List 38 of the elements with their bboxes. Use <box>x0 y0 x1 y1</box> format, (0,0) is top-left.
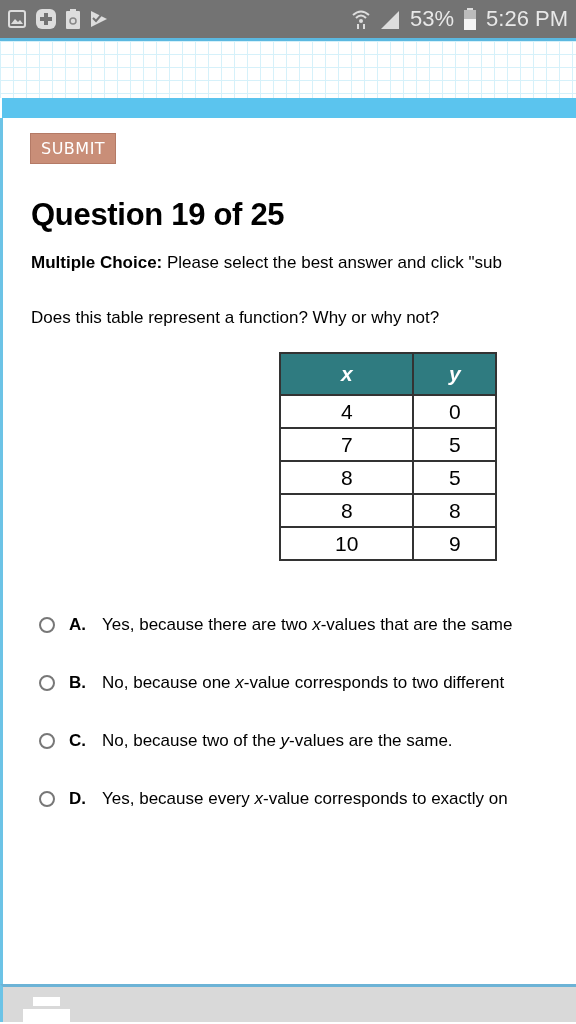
choice-text: No, because two of the y-values are the same. <box>102 731 453 751</box>
radio-button[interactable] <box>39 791 55 807</box>
battery-percent: 53% <box>410 8 455 30</box>
instruction-text: Multiple Choice: Please select the best answer and click "sub <box>31 253 503 273</box>
choice-letter: C. <box>69 731 87 751</box>
image-icon <box>8 10 26 28</box>
choice-letter: A. <box>69 615 87 635</box>
wifi-icon <box>352 9 370 29</box>
table-cell: 8 <box>413 494 496 527</box>
column-header: x <box>280 353 414 395</box>
table-cell: 0 <box>413 395 496 428</box>
choice-text: Yes, because there are two x-values that are the same <box>102 615 513 635</box>
bottom-panel-icon <box>23 997 73 1022</box>
table-cell: 8 <box>280 494 414 527</box>
plus-icon <box>36 9 56 29</box>
table-cell: 9 <box>413 527 496 560</box>
table-cell: 5 <box>413 461 496 494</box>
table-cell: 7 <box>280 428 414 461</box>
choice-text: Yes, because every x-value corresponds to exactly on <box>102 789 508 809</box>
table-cell: 4 <box>280 395 414 428</box>
choice-letter: D. <box>69 789 87 809</box>
check-flag-icon <box>90 10 108 28</box>
battery-recycle-icon <box>66 9 80 29</box>
radio-button[interactable] <box>39 675 55 691</box>
table-cell: 5 <box>413 428 496 461</box>
table-cell: 10 <box>280 527 414 560</box>
submit-button[interactable]: SUBMIT <box>30 133 117 164</box>
question-title: Question 19 of 25 <box>31 197 286 233</box>
choice-letter: B. <box>69 673 87 693</box>
signal-icon <box>380 9 400 29</box>
battery-icon <box>464 8 477 30</box>
clock-time: 5:26 PM <box>486 8 568 30</box>
radio-button[interactable] <box>39 617 55 633</box>
column-header: y <box>413 353 496 395</box>
choice-text: No, because one x-value corresponds to two different <box>102 673 505 693</box>
table-cell: 8 <box>280 461 414 494</box>
question-prompt: Does this table represent a function? Why or why not? <box>31 308 441 328</box>
radio-button[interactable] <box>39 733 55 749</box>
